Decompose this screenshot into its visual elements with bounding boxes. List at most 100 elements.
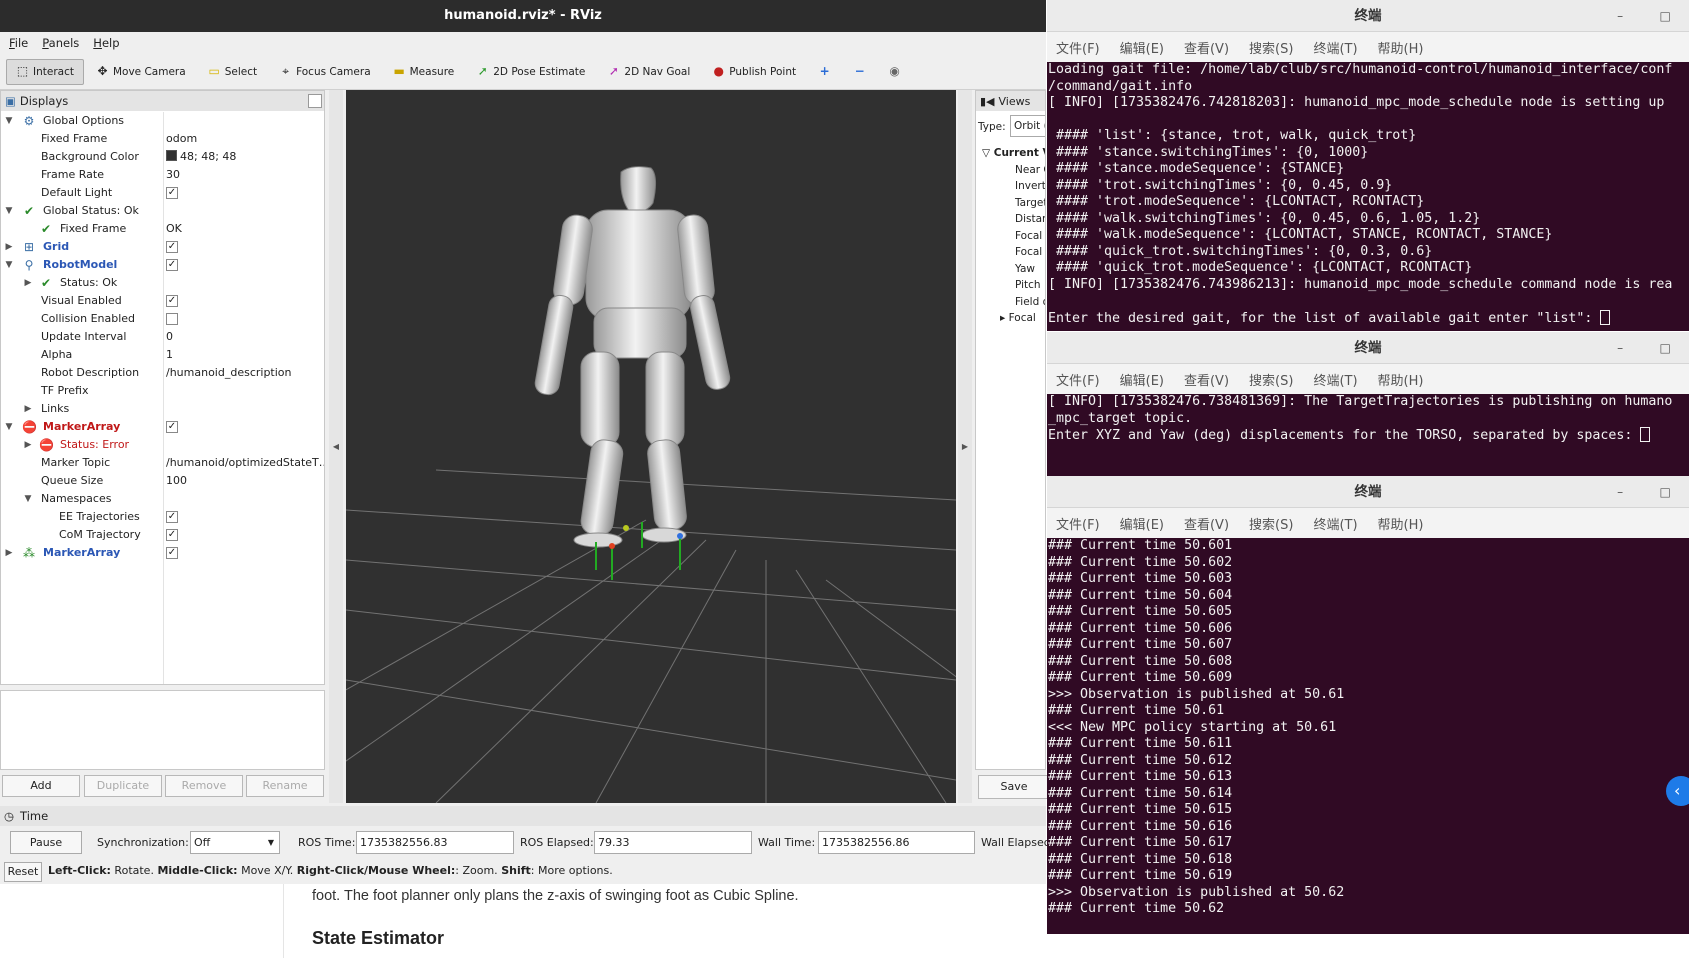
reset-button[interactable]: Reset (4, 862, 42, 882)
menu-terminal[interactable]: 终端(T) (1313, 38, 1357, 57)
tree-namespaces[interactable]: ▼ Namespaces (1, 490, 324, 508)
tree-global-status[interactable]: ▼ ✔ Global Status: Ok (1, 202, 324, 220)
visual-enabled-checkbox[interactable]: ✓ (166, 295, 178, 307)
sync-select[interactable]: Off ▼ (190, 831, 280, 854)
view-prop[interactable]: Distan (1015, 213, 1045, 225)
menu-file[interactable]: 文件(F) (1056, 514, 1100, 533)
tree-marker-array[interactable]: ▼ ⛔ MarkerArray ✓ (1, 418, 324, 436)
menu-edit[interactable]: 编辑(E) (1120, 514, 1164, 533)
float-button[interactable] (308, 94, 322, 108)
interact-tool[interactable]: ⬚ Interact (6, 58, 84, 85)
ros-elapsed-field[interactable]: 79.33 (594, 831, 752, 854)
wall-time-field[interactable]: 1735382556.86 (818, 831, 975, 854)
tree-links[interactable]: ▶ Links (1, 400, 324, 418)
tree-grid[interactable]: ▶ ⊞ Grid ✓ (1, 238, 324, 256)
prop-collision-enabled[interactable]: Collision Enabled (1, 310, 324, 328)
marker-array-checkbox[interactable]: ✓ (166, 421, 178, 433)
view-prop[interactable]: Invert (1015, 180, 1045, 192)
nav-goal-tool[interactable]: ➚ 2D Nav Goal (597, 59, 700, 85)
tree-robot-model[interactable]: ▼ ⚲ RobotModel ✓ (1, 256, 324, 274)
status-fixed-frame[interactable]: ✔ Fixed Frame OK (1, 220, 324, 238)
marker-array-2-checkbox[interactable]: ✓ (166, 547, 178, 559)
menu-file[interactable]: 文件(F) (1056, 38, 1100, 57)
menu-terminal[interactable]: 终端(T) (1313, 370, 1357, 389)
menu-file[interactable]: File (9, 36, 28, 50)
menu-view[interactable]: 查看(V) (1184, 370, 1229, 389)
minimize-icon[interactable]: – (1617, 485, 1623, 499)
menu-edit[interactable]: 编辑(E) (1120, 370, 1164, 389)
measure-tool[interactable]: ▬ Measure (383, 59, 465, 85)
pose-estimate-tool[interactable]: ➚ 2D Pose Estimate (466, 59, 595, 85)
terminal-window-gait[interactable]: 终端 – □ 文件(F) 编辑(E) 查看(V) 搜索(S) 终端(T) 帮助(H) Loa… (1047, 0, 1689, 331)
terminal-output[interactable]: ### Current time 50.601 ### Current time … (1048, 538, 1689, 918)
left-splitter[interactable]: ◀ (329, 90, 343, 803)
add-display-button[interactable]: Add (2, 775, 80, 797)
menu-terminal[interactable]: 终端(T) (1313, 514, 1357, 533)
prop-background-color[interactable]: Background Color 48; 48; 48 (1, 148, 324, 166)
select-tool[interactable]: ▭ Select (198, 59, 267, 85)
terminal-window-target[interactable]: 终端 – □ 文件(F) 编辑(E) 查看(V) 搜索(S) 终端(T) 帮助(H) [ I… (1047, 332, 1689, 476)
menu-help[interactable]: 帮助(H) (1378, 38, 1424, 57)
view-prop[interactable]: Yaw (1015, 263, 1035, 275)
prop-visual-enabled[interactable]: Visual Enabled ✓ (1, 292, 324, 310)
views-type-select[interactable]: Orbit ( (1010, 115, 1045, 137)
prop-default-light[interactable]: Default Light ✓ (1, 184, 324, 202)
focus-camera-tool[interactable]: ⌖ Focus Camera (269, 59, 381, 85)
pause-button[interactable]: Pause (10, 831, 82, 854)
add-tool-button[interactable]: + (808, 59, 841, 85)
grid-checkbox[interactable]: ✓ (166, 241, 178, 253)
menu-help[interactable]: 帮助(H) (1378, 370, 1424, 389)
maximize-icon[interactable]: □ (1659, 341, 1670, 355)
remove-button[interactable]: Remove (165, 775, 243, 797)
menu-panels[interactable]: Panels (42, 36, 79, 50)
ns-com-trajectory[interactable]: CoM Trajectory ✓ (1, 526, 324, 544)
view-prop-focal[interactable]: ▸ Focal (1000, 312, 1036, 324)
maximize-icon[interactable]: □ (1659, 485, 1670, 499)
prop-fixed-frame[interactable]: Fixed Frame odom (1, 130, 324, 148)
minimize-icon[interactable]: – (1617, 341, 1623, 355)
duplicate-button[interactable]: Duplicate (84, 775, 162, 797)
remove-tool-button[interactable]: − (843, 59, 876, 85)
prop-alpha[interactable]: Alpha 1 (1, 346, 324, 364)
maximize-icon[interactable]: □ (1659, 9, 1670, 23)
menu-search[interactable]: 搜索(S) (1249, 370, 1293, 389)
marker-array-status[interactable]: ▶ ⛔ Status: Error (1, 436, 324, 454)
menu-help[interactable]: Help (93, 36, 119, 50)
rename-button[interactable]: Rename (246, 775, 324, 797)
3d-viewport[interactable] (346, 90, 956, 803)
terminal-output[interactable]: Loading gait file: /home/lab/club/src/hu… (1048, 62, 1689, 327)
camera-type-button[interactable]: ◉ (878, 59, 911, 85)
expand-arrow-icon[interactable]: ▼ (4, 112, 14, 130)
default-light-checkbox[interactable]: ✓ (166, 187, 178, 199)
ns-ee-trajectories[interactable]: EE Trajectories ✓ (1, 508, 324, 526)
collision-enabled-checkbox[interactable] (166, 313, 178, 325)
view-prop[interactable]: Near C (1015, 164, 1045, 176)
prop-queue-size[interactable]: Queue Size 100 (1, 472, 324, 490)
move-camera-tool[interactable]: ✥ Move Camera (86, 59, 196, 85)
menu-help[interactable]: 帮助(H) (1378, 514, 1424, 533)
views-save-button[interactable]: Save (978, 775, 1050, 799)
right-splitter[interactable]: ▶ (958, 90, 972, 803)
prop-tf-prefix[interactable]: TF Prefix (1, 382, 324, 400)
robot-model-checkbox[interactable]: ✓ (166, 259, 178, 271)
tree-global-options[interactable]: ▼ ⚙ Global Options (1, 112, 324, 130)
robot-model-status[interactable]: ▶ ✔ Status: Ok (1, 274, 324, 292)
terminal-output[interactable]: [ INFO] [1735382476.738481369]: The Targ… (1048, 394, 1689, 445)
tree-marker-array-2[interactable]: ▶ ⁂ MarkerArray ✓ (1, 544, 324, 562)
prop-robot-description[interactable]: Robot Description/humanoid_description (1, 364, 324, 382)
prop-marker-topic[interactable]: Marker Topic/humanoid/optimizedStateT… (1, 454, 324, 472)
prop-update-interval[interactable]: Update Interval 0 (1, 328, 324, 346)
side-panel-toggle[interactable]: ‹ (1666, 776, 1689, 806)
prop-frame-rate[interactable]: Frame Rate 30 (1, 166, 324, 184)
view-prop[interactable]: Focal S (1015, 230, 1045, 242)
terminal-window-mpc[interactable]: 终端 – □ 文件(F) 编辑(E) 查看(V) 搜索(S) 终端(T) 帮助(H) ###… (1047, 476, 1689, 934)
ros-time-field[interactable]: 1735382556.83 (356, 831, 514, 854)
menu-file[interactable]: 文件(F) (1056, 370, 1100, 389)
menu-view[interactable]: 查看(V) (1184, 514, 1229, 533)
com-trajectory-checkbox[interactable]: ✓ (166, 529, 178, 541)
minimize-icon[interactable]: – (1617, 9, 1623, 23)
menu-edit[interactable]: 编辑(E) (1120, 38, 1164, 57)
view-prop[interactable]: Field o (1015, 296, 1045, 308)
view-prop[interactable]: Pitch (1015, 279, 1041, 291)
menu-search[interactable]: 搜索(S) (1249, 38, 1293, 57)
